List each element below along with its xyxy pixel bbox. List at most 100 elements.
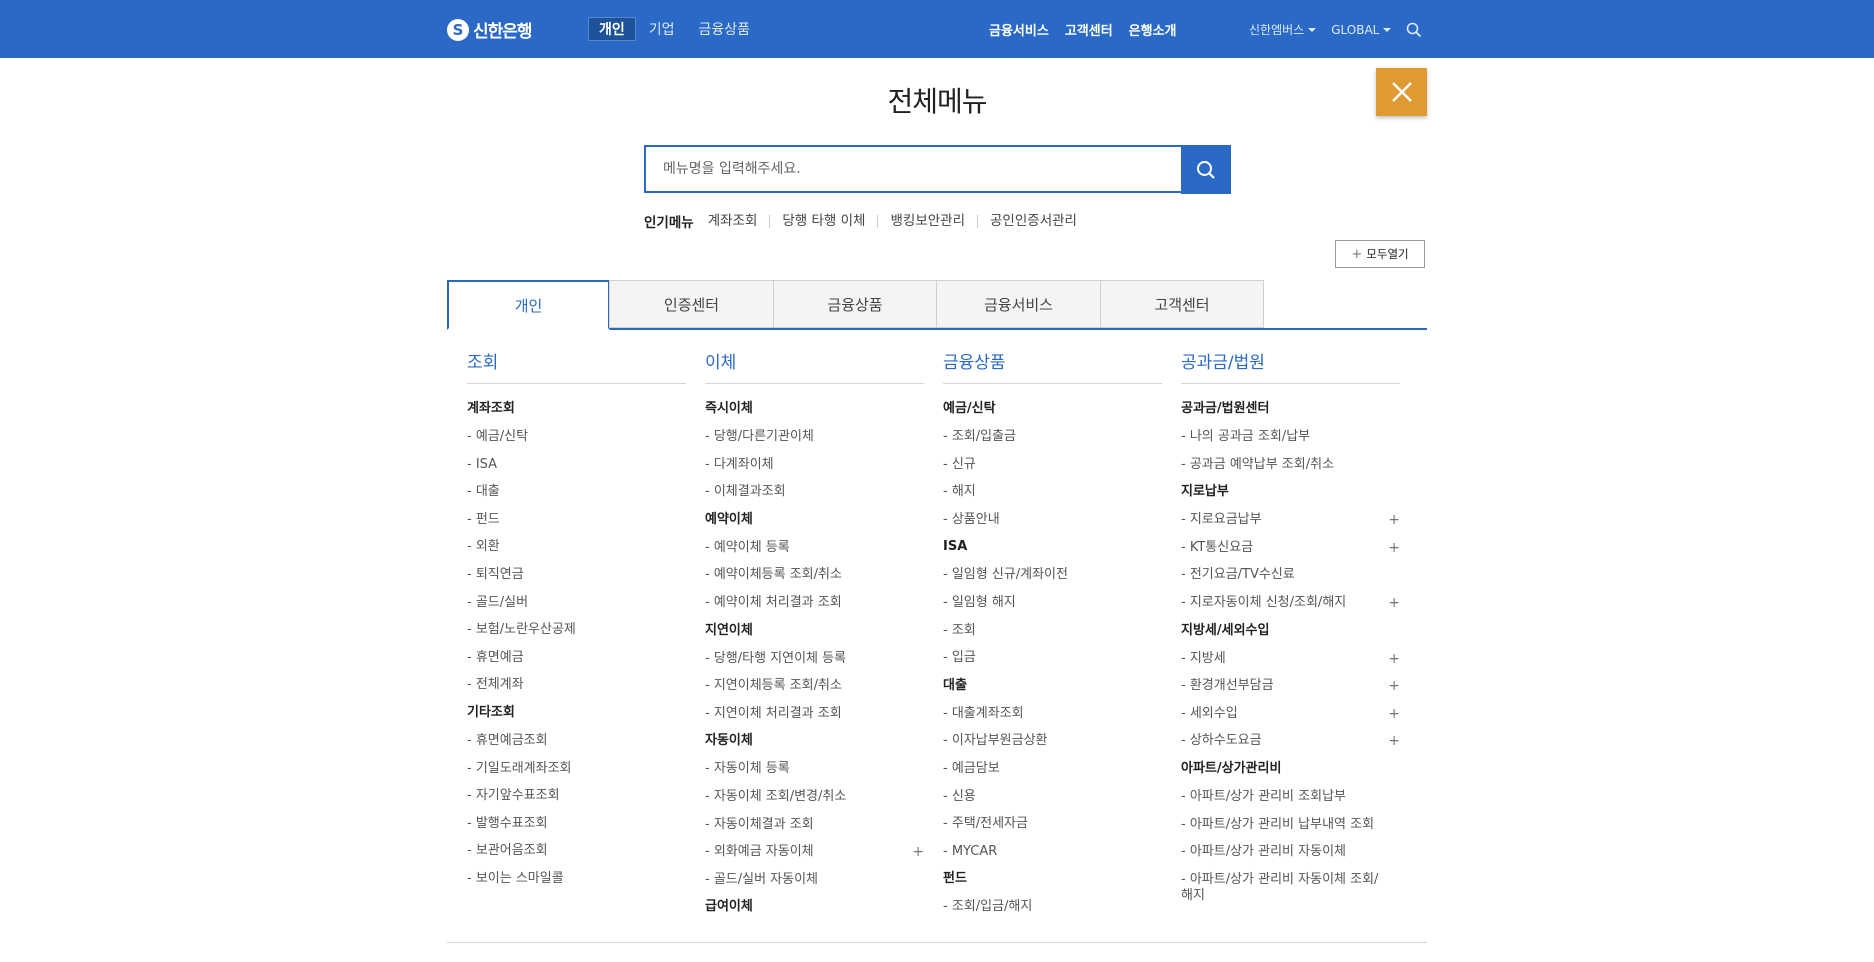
menu-search-input[interactable]	[646, 147, 1183, 191]
menu-link[interactable]: - 환경개선부담금 +	[1181, 678, 1400, 694]
expand-plus-icon[interactable]: +	[1388, 540, 1400, 556]
menu-link[interactable]: - 예약이체등록 조회/취소	[705, 567, 924, 583]
menu-link[interactable]: - 조회	[943, 623, 1162, 639]
menu-link[interactable]: - 아파트/상가 관리비 납부내역 조회	[1181, 817, 1400, 833]
menu-group-title[interactable]: 공과금/법원센터	[1181, 401, 1400, 417]
menu-link[interactable]: - 예금/신탁	[467, 429, 686, 445]
nav-customer-center[interactable]: 고객센터	[1065, 20, 1113, 39]
menu-link[interactable]: - 이체결과조회	[705, 484, 924, 500]
menu-group-title[interactable]: 대출	[943, 678, 1162, 694]
menu-group-title[interactable]: 지연이체	[705, 623, 924, 639]
menu-link[interactable]: - 기일도래계좌조회	[467, 761, 686, 777]
menu-link[interactable]: - 나의 공과금 조회/납부	[1181, 429, 1400, 445]
menu-group-title[interactable]: 기타조회	[467, 705, 686, 721]
menu-link[interactable]: - 휴면예금	[467, 650, 686, 666]
menu-link[interactable]: - 지방세 +	[1181, 651, 1400, 667]
menu-link[interactable]: - 지로자동이체 신청/조회/해지 +	[1181, 595, 1400, 611]
expand-all-button[interactable]: + 모두열기	[1335, 240, 1425, 268]
menu-link[interactable]: - 지로요금납부 +	[1181, 512, 1400, 528]
menu-link[interactable]: - 전기요금/TV수신료	[1181, 567, 1400, 583]
menu-link[interactable]: - 대출계좌조회	[943, 706, 1162, 722]
menu-link[interactable]: - 조회/입출금	[943, 429, 1162, 445]
nav-bank-intro[interactable]: 은행소개	[1129, 20, 1177, 39]
menu-link[interactable]: - 아파트/상가 관리비 자동이체	[1181, 844, 1400, 860]
tab-products[interactable]: 금융상품	[773, 280, 937, 328]
popular-link[interactable]: 공인인증서관리	[977, 214, 1089, 228]
expand-plus-icon[interactable]: +	[1388, 706, 1400, 722]
menu-group-title[interactable]: 지로납부	[1181, 484, 1400, 500]
menu-link[interactable]: - 자동이체 등록	[705, 761, 924, 777]
menu-link[interactable]: - 세외수입 +	[1181, 706, 1400, 722]
menu-link[interactable]: - 아파트/상가 관리비 자동이체 조회/ 해지	[1181, 872, 1400, 904]
menu-group-title[interactable]: 펀드	[943, 871, 1162, 887]
menu-group-title[interactable]: 급여이체	[705, 899, 924, 915]
menu-link[interactable]: - 상품안내	[943, 512, 1162, 528]
menu-link[interactable]: - ISA	[467, 457, 686, 473]
menu-link[interactable]: - 당행/다른기관이체	[705, 429, 924, 445]
menu-link[interactable]: - 입금	[943, 650, 1162, 666]
menu-link[interactable]: - 주택/전세자금	[943, 816, 1162, 832]
menu-group-title[interactable]: 지방세/세외수입	[1181, 623, 1400, 639]
menu-link[interactable]: - KT통신요금 +	[1181, 540, 1400, 556]
nav-financial-services[interactable]: 금융서비스	[989, 20, 1049, 39]
menu-link[interactable]: - 일임형 신규/계좌이전	[943, 567, 1162, 583]
popular-link[interactable]: 계좌조회	[708, 214, 770, 228]
menu-link[interactable]: - MYCAR	[943, 844, 1162, 860]
menu-link[interactable]: - 골드/실버	[467, 595, 686, 611]
expand-plus-icon[interactable]: +	[1388, 595, 1400, 611]
menu-link[interactable]: - 공과금 예약납부 조회/취소	[1181, 457, 1400, 473]
nav-personal[interactable]: 개인	[588, 17, 636, 41]
menu-group-title[interactable]: 계좌조회	[467, 401, 686, 417]
expand-plus-icon[interactable]: +	[1388, 512, 1400, 528]
menu-link[interactable]: - 보이는 스마일콜	[467, 871, 686, 887]
menu-link[interactable]: - 자동이체 조회/변경/취소	[705, 789, 924, 805]
menu-link[interactable]: - 조회/입금/해지	[943, 899, 1162, 915]
menu-link[interactable]: - 자동이체결과 조회	[705, 817, 924, 833]
menu-link[interactable]: - 보험/노란우산공제	[467, 622, 686, 638]
expand-plus-icon[interactable]: +	[1388, 733, 1400, 749]
menu-link[interactable]: - 신규	[943, 457, 1162, 473]
menu-group-title[interactable]: 자동이체	[705, 733, 924, 749]
menu-link[interactable]: - 예약이체 처리결과 조회	[705, 595, 924, 611]
menu-link[interactable]: - 퇴직연금	[467, 567, 686, 583]
global-dropdown[interactable]: GLOBAL	[1331, 23, 1392, 37]
menu-link[interactable]: - 골드/실버 자동이체	[705, 872, 924, 888]
menu-link[interactable]: - 예약이체 등록	[705, 540, 924, 556]
shinhan-members-dropdown[interactable]: 신한엠버스	[1249, 21, 1317, 38]
menu-link[interactable]: - 일임형 해지	[943, 595, 1162, 611]
menu-link[interactable]: - 다계좌이체	[705, 457, 924, 473]
popular-link[interactable]: 당행 타행 이체	[769, 214, 877, 228]
menu-link[interactable]: - 신용	[943, 789, 1162, 805]
menu-link[interactable]: - 지연이체등록 조회/취소	[705, 678, 924, 694]
menu-group-title[interactable]: ISA	[943, 539, 1162, 555]
shinhan-logo[interactable]: S 신한은행	[447, 17, 533, 42]
menu-group-title[interactable]: 즉시이체	[705, 401, 924, 417]
menu-link[interactable]: - 외환	[467, 539, 686, 555]
menu-link[interactable]: - 휴면예금조회	[467, 733, 686, 749]
menu-link[interactable]: - 당행/타행 지연이체 등록	[705, 651, 924, 667]
menu-link[interactable]: - 상하수도요금 +	[1181, 733, 1400, 749]
expand-plus-icon[interactable]: +	[912, 844, 924, 860]
menu-group-title[interactable]: 아파트/상가관리비	[1181, 761, 1400, 777]
popular-link[interactable]: 뱅킹보안관리	[877, 214, 977, 228]
nav-products[interactable]: 금융상품	[688, 17, 762, 41]
search-icon[interactable]	[1406, 22, 1422, 38]
menu-link[interactable]: - 외화예금 자동이체 +	[705, 844, 924, 860]
menu-group-title[interactable]: 예금/신탁	[943, 401, 1162, 417]
tab-financial-services[interactable]: 금융서비스	[936, 280, 1101, 328]
menu-link[interactable]: - 아파트/상가 관리비 조회납부	[1181, 789, 1400, 805]
menu-link[interactable]: - 보관어음조회	[467, 843, 686, 859]
expand-plus-icon[interactable]: +	[1388, 678, 1400, 694]
tab-customer-center[interactable]: 고객센터	[1100, 280, 1264, 328]
menu-link[interactable]: - 발행수표조회	[467, 816, 686, 832]
tab-certification[interactable]: 인증센터	[609, 280, 774, 328]
menu-link[interactable]: - 전체계좌	[467, 677, 686, 693]
menu-link[interactable]: - 지연이체 처리결과 조회	[705, 706, 924, 722]
menu-link[interactable]: - 대출	[467, 484, 686, 500]
menu-link[interactable]: - 해지	[943, 484, 1162, 500]
expand-plus-icon[interactable]: +	[1388, 651, 1400, 667]
menu-link[interactable]: - 자기앞수표조회	[467, 788, 686, 804]
menu-group-title[interactable]: 예약이체	[705, 512, 924, 528]
menu-link[interactable]: - 예금담보	[943, 761, 1162, 777]
menu-link[interactable]: - 이자납부원금상환	[943, 733, 1162, 749]
